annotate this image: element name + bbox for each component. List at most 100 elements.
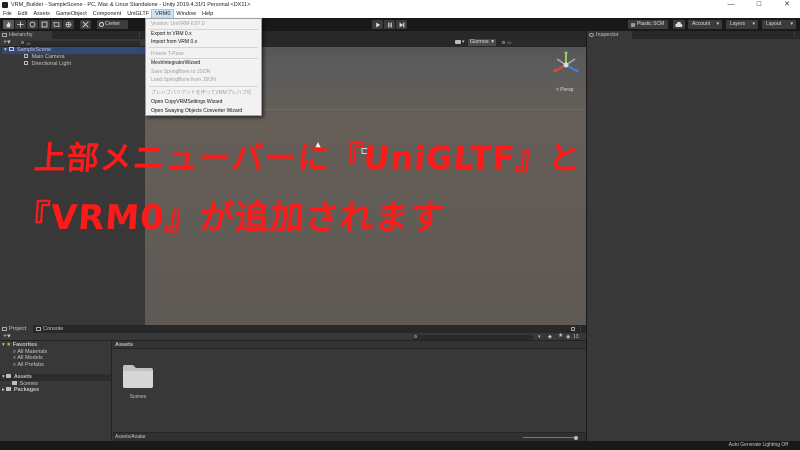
inspector-tab-bar: Inspector ⋮	[587, 31, 800, 39]
custom-tool-button[interactable]	[80, 20, 91, 29]
pause-button[interactable]	[384, 20, 395, 29]
menu-help[interactable]: Help	[199, 10, 216, 18]
hierarchy-search-input[interactable]: All	[20, 40, 140, 46]
tab-hierarchy[interactable]: Hierarchy	[0, 31, 52, 39]
account-label: Account	[692, 21, 711, 27]
scene-search-input[interactable]: All	[500, 39, 582, 46]
layers-dropdown[interactable]: Layers ▾	[726, 20, 758, 29]
folder-tile-scenes[interactable]: Scenes	[119, 363, 157, 403]
menu-component[interactable]: Component	[90, 10, 124, 18]
move-icon	[17, 21, 24, 28]
scene-view-options[interactable]	[407, 39, 457, 46]
expand-arrow-icon: ▾	[2, 342, 5, 348]
create-button[interactable]: +▾	[3, 39, 11, 47]
breadcrumb-assets[interactable]: Assets	[115, 342, 133, 348]
menu-edit[interactable]: Edit	[15, 10, 30, 18]
cloud-icon	[675, 21, 683, 27]
favorite-all-prefabs[interactable]: ⌕ All Prefabs	[13, 362, 44, 369]
menu-separator	[149, 58, 258, 59]
tree-packages-label: Packages	[13, 387, 40, 393]
chevron-down-icon: ▾	[790, 21, 793, 27]
hand-tool-button[interactable]	[3, 20, 14, 29]
console-icon	[36, 327, 41, 331]
rotate-tool-button[interactable]	[27, 20, 38, 29]
tab-inspector[interactable]: Inspector	[587, 31, 632, 39]
annotation-line-2: 『VRM0』が追加されます	[14, 198, 447, 238]
menu-item-load-springbone: Load SpringBone from JSON	[151, 77, 216, 83]
lock-icon[interactable]	[571, 326, 575, 331]
menu-gameobject[interactable]: GameObject	[53, 10, 90, 18]
project-assets-view: Assets Scenes Assets/Avatar	[113, 341, 586, 441]
tab-console[interactable]: Console	[34, 325, 70, 333]
menu-item-copy-vrm-settings[interactable]: Open CopyVRMSettings Wizard	[151, 99, 222, 105]
transform-tool-button[interactable]	[63, 20, 74, 29]
close-button[interactable]: ✕	[776, 0, 798, 10]
pivot-icon	[99, 22, 104, 27]
pivot-center-toggle[interactable]: Center	[97, 20, 128, 29]
cloud-button[interactable]	[673, 20, 685, 29]
filter-by-label-icon[interactable]: ◆	[548, 334, 552, 340]
camera-icon[interactable]	[455, 40, 461, 44]
folder-icon	[12, 380, 17, 385]
scale-icon	[41, 21, 48, 28]
menu-item-mesh-integrator[interactable]: MeshIntegratorWizard	[151, 60, 200, 66]
scene-row[interactable]: ▾ SampleScene	[2, 47, 145, 54]
slider-handle[interactable]	[574, 435, 578, 440]
rect-tool-button[interactable]	[51, 20, 62, 29]
menu-window[interactable]: Window	[173, 10, 199, 18]
search-icon: ⌕	[13, 355, 17, 361]
move-tool-button[interactable]	[15, 20, 26, 29]
plastic-scm-button[interactable]: Plastic SCM	[628, 20, 668, 29]
tab-menu-icon[interactable]: ⋮	[137, 31, 142, 39]
step-button[interactable]	[396, 20, 407, 29]
tab-project[interactable]: Project	[0, 325, 33, 333]
tree-packages[interactable]: ▸ Packages	[2, 387, 39, 394]
minimize-button[interactable]: —	[720, 0, 742, 10]
layout-dropdown[interactable]: Layout ▾	[762, 20, 796, 29]
selected-path: Assets/Avatar	[115, 434, 146, 440]
favorite-label: All Models	[17, 355, 43, 361]
hierarchy-item-directional-light[interactable]: Directional Light	[24, 61, 71, 68]
unity-logo-icon	[2, 2, 8, 8]
icon-size-slider[interactable]	[523, 435, 578, 440]
hierarchy-search-placeholder: All	[26, 40, 31, 46]
scale-tool-button[interactable]	[39, 20, 50, 29]
search-icon: ⌕	[13, 348, 17, 355]
project-panel: Project Console ⋮ +▾ ▾ ◆ ★ ◉ 13 ▾ ★ Favo…	[0, 325, 586, 441]
menu-item-save-springbone: Save SpringBone to JSON	[151, 69, 211, 75]
inspector-tab-label: Inspector	[596, 32, 619, 38]
tab-menu-icon[interactable]: ⋮	[578, 325, 583, 333]
menu-assets[interactable]: Assets	[30, 10, 53, 18]
hidden-packages-icon[interactable]: ◉	[566, 334, 570, 340]
lighting-status[interactable]: Auto Generate Lighting Off	[729, 441, 788, 450]
tools-icon	[82, 21, 89, 28]
account-dropdown[interactable]: Account ▾	[688, 20, 722, 29]
menu-item-export-vrm[interactable]: Export to VRM 0.x	[151, 31, 192, 37]
folder-icon	[6, 374, 12, 378]
menu-item-import-vrm[interactable]: Import from VRM 0.x	[151, 39, 197, 45]
gizmos-dropdown[interactable]: Gizmos ▾	[468, 39, 496, 46]
project-tab-label: Project	[9, 326, 27, 332]
project-search-input[interactable]	[413, 334, 533, 340]
create-button[interactable]: +▾	[3, 333, 11, 341]
menu-vrm0[interactable]: VRM0	[151, 9, 175, 19]
menu-bar: File Edit Assets GameObject Component Un…	[0, 9, 800, 19]
hierarchy-item-label: Main Camera	[31, 54, 65, 60]
hierarchy-item-main-camera[interactable]: Main Camera	[24, 54, 65, 61]
gizmos-label: Gizmos	[470, 39, 489, 45]
project-tab-bar: Project Console ⋮	[0, 325, 586, 333]
menu-file[interactable]: File	[0, 10, 15, 18]
projection-label[interactable]: < Persp	[556, 87, 573, 93]
menu-separator	[149, 86, 258, 87]
favorite-star-icon[interactable]: ★	[558, 333, 563, 340]
expand-arrow-icon: ▾	[4, 47, 7, 53]
menu-item-swaying-objects-converter[interactable]: Open Swaying Objects Converter Wizard	[151, 108, 242, 114]
maximize-button[interactable]: ☐	[748, 0, 770, 10]
tab-menu-icon[interactable]: ⋮	[792, 31, 797, 39]
tree-assets-label: Assets	[13, 374, 32, 380]
orientation-gizmo[interactable]	[550, 49, 582, 81]
play-button[interactable]	[372, 20, 383, 29]
search-icon	[414, 335, 417, 338]
filter-by-type-icon[interactable]: ▾	[538, 334, 541, 340]
menu-unigltf[interactable]: UniGLTF	[124, 10, 152, 18]
